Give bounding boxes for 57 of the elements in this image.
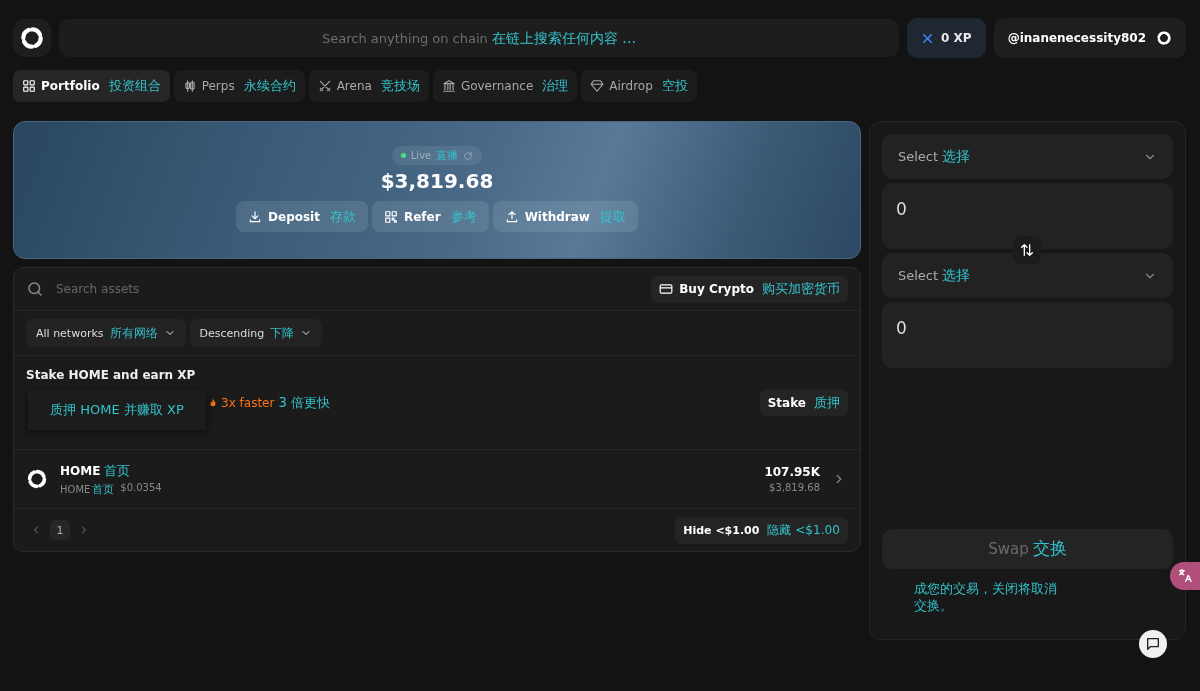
search-field[interactable]: Search anything on chain 在链上搜索任何内容 ... — [59, 19, 900, 57]
crossed-swords-icon — [317, 79, 332, 93]
download-icon — [248, 209, 263, 224]
amount-field[interactable]: 0 — [882, 302, 1173, 368]
asset-amount: 107.95K — [764, 465, 820, 479]
translation-notice: 成您的交易，关闭将取消交换。 — [914, 581, 1058, 615]
asset-row[interactable]: HOME 首页 HOME 首页 $0.0354 107.95K $3,819.68 — [14, 450, 860, 509]
logo-button[interactable] — [13, 19, 51, 57]
action-button[interactable]: Deposit 存款 — [236, 201, 368, 232]
chat-icon — [1145, 636, 1161, 652]
nav-tab[interactable]: Perps 永续合约 — [173, 70, 305, 102]
page-button[interactable]: 1 — [50, 520, 70, 540]
user-button[interactable]: @inanenecessity802 — [993, 18, 1186, 58]
filter-dropdown[interactable]: All networks 所有网络 — [26, 319, 186, 347]
nav-tab[interactable]: Governance 治理 — [432, 70, 578, 102]
flip-button[interactable] — [1013, 236, 1041, 264]
ring-logo-icon — [26, 468, 48, 490]
refresh-icon — [463, 150, 474, 161]
status-dot-icon — [400, 153, 406, 158]
nav-tab[interactable]: Airdrop 空投 — [581, 70, 697, 102]
balance-amount: $3,819.68 — [380, 169, 494, 193]
action-button[interactable]: Refer 参考 — [371, 201, 489, 232]
search-assets-field[interactable]: Search assets — [54, 281, 642, 297]
amount-field[interactable]: 0 — [882, 183, 1173, 249]
asset-value: $3,819.68 — [768, 482, 820, 493]
cross-icon — [921, 31, 935, 45]
translate-icon — [1177, 568, 1193, 584]
search-icon — [26, 280, 44, 298]
candlestick-icon — [182, 79, 197, 93]
translation-tooltip: 质押 HOME 并赚取 XP — [28, 390, 206, 430]
hide-small-balances-button[interactable]: Hide <$1.00 隐藏 <$1.00 — [675, 516, 848, 544]
action-button[interactable]: Withdraw 提取 — [492, 201, 638, 232]
asset-name: HOME 首页 — [60, 481, 115, 497]
stake-button[interactable]: Stake 质押 — [759, 389, 848, 416]
nav-tab[interactable]: Portfolio 投资组合 — [13, 70, 170, 102]
grid-icon — [22, 79, 36, 93]
token-select[interactable]: Select 选择 — [882, 134, 1173, 179]
qr-code-icon — [383, 209, 398, 224]
chat-button[interactable] — [1139, 630, 1167, 658]
asset-symbol: HOME 首页 — [60, 461, 132, 480]
diamond-icon — [590, 79, 605, 93]
boost-text: 3x faster 3 倍更快 — [221, 393, 330, 412]
upload-icon — [504, 209, 519, 224]
nav-tab[interactable]: Arena 竞技场 — [308, 70, 429, 102]
live-badge: Live 直播 — [391, 146, 483, 165]
ring-icon — [1156, 30, 1172, 46]
asset-price: $0.0354 — [120, 481, 162, 495]
xp-button[interactable]: 0 XP — [907, 18, 986, 58]
filter-dropdown[interactable]: Descending 下降 — [189, 319, 323, 347]
promo-title: Stake HOME and earn XP — [26, 368, 197, 382]
swap-arrows-icon — [1019, 242, 1035, 258]
ring-logo-icon — [19, 25, 45, 51]
bank-icon — [441, 79, 456, 93]
token-select[interactable]: Select 选择 — [882, 253, 1173, 298]
card-icon — [659, 282, 674, 296]
buy-crypto-button[interactable]: Buy Crypto 购买加密货币 — [651, 275, 848, 303]
translate-button[interactable] — [1170, 562, 1200, 590]
